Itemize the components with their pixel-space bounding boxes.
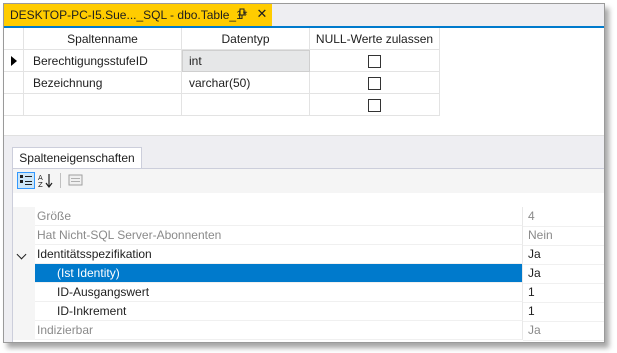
property-name: ID-Ausgangswert bbox=[35, 283, 523, 302]
header-column-name[interactable]: Spaltenname bbox=[24, 28, 182, 50]
cell-allow-nulls[interactable] bbox=[310, 72, 440, 94]
property-value[interactable]: 4 bbox=[523, 207, 604, 227]
property-value[interactable]: Ja bbox=[523, 245, 604, 265]
allow-nulls-checkbox[interactable] bbox=[368, 99, 381, 112]
property-row-nicht-sql-abonnenten[interactable]: Hat Nicht-SQL Server-Abonnenten Nein bbox=[13, 226, 604, 246]
property-name: Indizierbar bbox=[35, 321, 523, 340]
property-row-id-inkrement[interactable]: ID-Inkrement 1 bbox=[13, 302, 604, 322]
cell-allow-nulls[interactable] bbox=[310, 50, 440, 72]
property-gutter bbox=[13, 245, 35, 264]
property-row-identitaetsspezifikation[interactable]: Identitätsspezifikation Ja bbox=[13, 245, 604, 265]
alphabetical-button[interactable]: A Z bbox=[37, 172, 55, 189]
chevron-down-icon[interactable] bbox=[16, 249, 27, 260]
row-selector[interactable] bbox=[4, 72, 24, 94]
property-name: (Ist Identity) bbox=[35, 264, 523, 283]
property-gutter bbox=[13, 207, 35, 226]
cell-column-name[interactable]: BerechtigungsstufeID bbox=[24, 50, 182, 72]
document-tab-title: DESKTOP-PC-I5.Sue..._SQL - dbo.Table_1* bbox=[10, 8, 248, 22]
close-icon[interactable]: ✕ bbox=[255, 7, 269, 21]
property-row-groesse[interactable]: Größe 4 bbox=[13, 207, 604, 227]
property-gutter bbox=[13, 302, 35, 321]
cell-column-name[interactable]: Bezeichnung bbox=[24, 72, 182, 94]
header-allow-nulls[interactable]: NULL-Werte zulassen bbox=[310, 28, 440, 50]
row-selector[interactable] bbox=[4, 94, 24, 116]
sort-az-icon: A Z bbox=[38, 174, 53, 189]
tab-column-properties[interactable]: Spalteneigenschaften bbox=[12, 147, 142, 168]
property-name: Hat Nicht-SQL Server-Abonnenten bbox=[35, 226, 523, 245]
categorized-button[interactable] bbox=[17, 172, 35, 189]
allow-nulls-checkbox[interactable] bbox=[368, 77, 381, 90]
property-toolbar: A Z bbox=[13, 169, 604, 193]
property-value[interactable]: 1 bbox=[523, 283, 604, 303]
cell-data-type[interactable]: varchar(50) bbox=[182, 72, 310, 94]
property-value[interactable]: Nein bbox=[523, 226, 604, 246]
cell-allow-nulls[interactable] bbox=[310, 94, 440, 116]
property-name: Identitätsspezifikation bbox=[35, 245, 523, 264]
property-value[interactable]: Ja bbox=[523, 264, 604, 284]
property-grid: A Z Größe 4 Hat Nicht-SQL Server-Abonnen… bbox=[12, 168, 604, 342]
pin-icon[interactable] bbox=[236, 8, 248, 20]
property-pages-icon bbox=[68, 174, 83, 186]
property-name: ID-Inkrement bbox=[35, 302, 523, 321]
property-value[interactable]: 1 bbox=[523, 302, 604, 322]
property-row-indizierbar[interactable]: Indizierbar Ja bbox=[13, 321, 604, 341]
property-row-id-ausgangswert[interactable]: ID-Ausgangswert 1 bbox=[13, 283, 604, 303]
categorized-icon bbox=[20, 175, 32, 185]
header-data-type[interactable]: Datentyp bbox=[182, 28, 310, 50]
property-gutter bbox=[13, 264, 35, 283]
allow-nulls-checkbox[interactable] bbox=[368, 55, 381, 68]
property-gutter bbox=[13, 226, 35, 245]
property-pages-button[interactable] bbox=[67, 172, 85, 189]
row-selector[interactable] bbox=[4, 50, 24, 72]
property-value[interactable]: Ja bbox=[523, 321, 604, 341]
cell-data-type[interactable]: int bbox=[182, 50, 310, 72]
property-name: Größe bbox=[35, 207, 523, 226]
document-tab[interactable]: DESKTOP-PC-I5.Sue..._SQL - dbo.Table_1* … bbox=[4, 4, 272, 26]
grid-corner bbox=[4, 28, 24, 50]
cell-column-name[interactable] bbox=[24, 94, 182, 116]
property-row-ist-identity[interactable]: (Ist Identity) Ja bbox=[13, 264, 604, 284]
column-properties-pane: Spalteneigenschaften A Z Größe 4 Hat Nic… bbox=[4, 141, 604, 342]
table-designer-window: DESKTOP-PC-I5.Sue..._SQL - dbo.Table_1* … bbox=[3, 3, 605, 343]
property-gutter bbox=[13, 321, 35, 340]
svg-text:Z: Z bbox=[38, 181, 43, 189]
current-row-pointer-icon bbox=[11, 56, 17, 66]
document-tab-strip: DESKTOP-PC-I5.Sue..._SQL - dbo.Table_1* … bbox=[4, 4, 604, 28]
cell-data-type[interactable] bbox=[182, 94, 310, 116]
toolbar-separator bbox=[60, 173, 61, 188]
property-gutter bbox=[13, 283, 35, 302]
